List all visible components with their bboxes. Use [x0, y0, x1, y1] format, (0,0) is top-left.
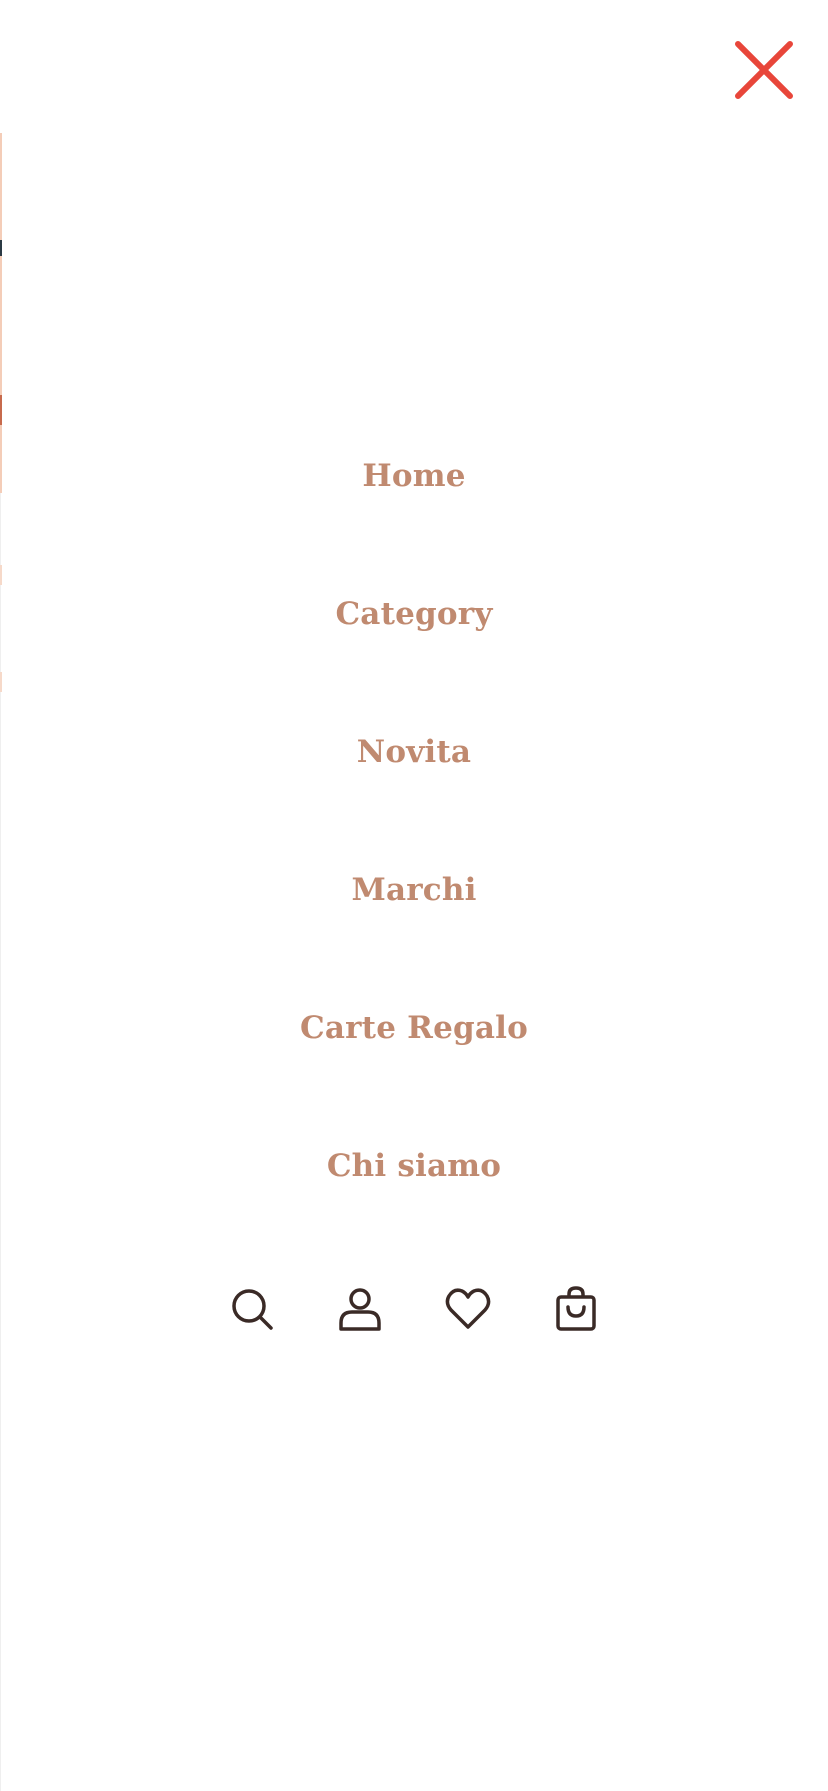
- account-button[interactable]: [336, 1285, 384, 1333]
- menu-item-novita: Novita: [0, 712, 828, 850]
- menu-item-category: Category: [0, 574, 828, 712]
- menu-item-home: Home: [0, 436, 828, 574]
- background-page-edge-dark: [0, 240, 2, 256]
- search-button[interactable]: [228, 1285, 276, 1333]
- wishlist-heart-icon: [445, 1288, 491, 1329]
- menu-item-chi-siamo: Chi siamo: [0, 1126, 828, 1264]
- menu-link-category[interactable]: Category: [335, 574, 492, 654]
- cart-bag-icon: [556, 1286, 596, 1331]
- main-navigation-menu: Home Category Novita Marchi Carte Regalo…: [0, 436, 828, 1264]
- account-icon: [339, 1288, 381, 1331]
- menu-link-novita[interactable]: Novita: [357, 712, 471, 792]
- menu-link-chi-siamo[interactable]: Chi siamo: [327, 1126, 501, 1206]
- search-icon: [232, 1289, 273, 1330]
- close-menu-button[interactable]: [730, 36, 798, 104]
- cart-button[interactable]: [552, 1285, 600, 1333]
- close-icon: [735, 41, 793, 99]
- menu-item-marchi: Marchi: [0, 850, 828, 988]
- wishlist-button[interactable]: [444, 1285, 492, 1333]
- mobile-menu-page: Home Category Novita Marchi Carte Regalo…: [0, 0, 828, 1791]
- menu-link-home[interactable]: Home: [362, 436, 465, 516]
- menu-link-marchi[interactable]: Marchi: [351, 850, 476, 930]
- menu-item-carte-regalo: Carte Regalo: [0, 988, 828, 1126]
- background-page-edge-accent: [0, 395, 2, 425]
- menu-action-icons: [0, 1285, 828, 1333]
- menu-link-carte-regalo[interactable]: Carte Regalo: [300, 988, 528, 1068]
